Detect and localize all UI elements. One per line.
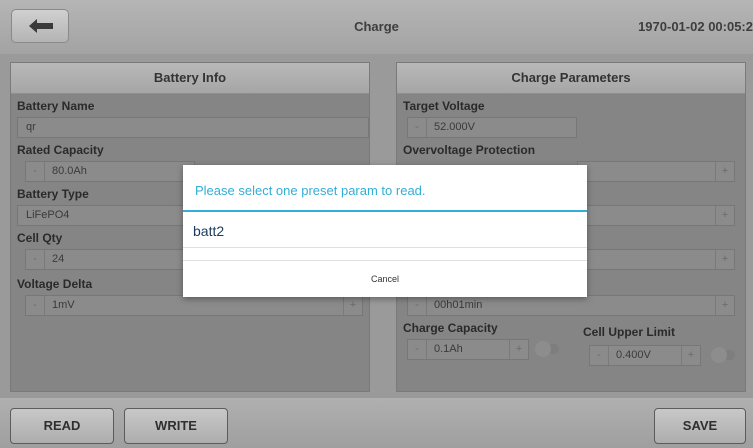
cell-qty-minus-button[interactable]: - [26,250,45,269]
voltage-delta-value: 1mV [52,299,75,311]
cell-qty-stepper[interactable]: - 24 [25,249,195,270]
charge-time-plus-button[interactable]: + [715,296,734,315]
param-2-plus-button[interactable]: + [715,206,734,225]
rated-capacity-stepper[interactable]: - 80.0Ah [25,161,195,182]
cell-upper-limit-plus-button[interactable]: + [681,346,700,365]
voltage-delta-stepper[interactable]: - 1mV + [25,295,363,316]
overvoltage-protection-label: Overvoltage Protection [403,143,536,157]
rated-capacity-minus-button[interactable]: - [26,162,45,181]
read-button[interactable]: READ [10,408,114,444]
cell-upper-limit-toggle[interactable] [711,347,735,363]
dialog-cancel-button[interactable]: Cancel [183,261,587,297]
top-bar: Charge 1970-01-02 00:05:2 [0,0,753,54]
charge-time-value: 00h01min [434,299,483,311]
target-voltage-stepper[interactable]: - 52.000V [407,117,577,138]
save-button[interactable]: SAVE [654,408,746,444]
battery-type-select[interactable]: LiFePO4 [17,205,195,226]
target-voltage-minus-button[interactable]: - [408,118,427,137]
preset-option[interactable]: batt2 [193,223,224,239]
charge-capacity-plus-button[interactable]: + [509,340,528,359]
voltage-delta-plus-button[interactable]: + [343,296,362,315]
overvoltage-protection-stepper[interactable]: + [577,161,735,182]
charge-capacity-label: Charge Capacity [403,321,498,335]
dialog-title-divider [183,210,587,212]
charge-capacity-stepper[interactable]: - 0.1Ah + [407,339,529,360]
charge-capacity-minus-button[interactable]: - [408,340,427,359]
battery-name-value: qr [26,121,36,133]
param-stepper-3[interactable]: + [577,249,735,270]
clock: 1970-01-02 00:05:2 [638,19,753,34]
charge-time-minus-button[interactable]: - [408,296,427,315]
charge-capacity-value: 0.1Ah [434,343,463,355]
target-voltage-value: 52.000V [434,121,475,133]
cell-upper-limit-minus-button[interactable]: - [590,346,609,365]
dialog-title: Please select one preset param to read. [195,183,426,198]
bottom-bar: READ WRITE SAVE [0,398,753,448]
rated-capacity-label: Rated Capacity [17,143,104,157]
cell-qty-value: 24 [52,253,65,265]
voltage-delta-label: Voltage Delta [17,277,93,291]
cell-upper-limit-value: 0.400V [616,349,651,361]
charge-parameters-heading: Charge Parameters [397,63,745,94]
param-stepper-2[interactable]: + [577,205,735,226]
param-3-plus-button[interactable]: + [715,250,734,269]
write-button[interactable]: WRITE [124,408,228,444]
voltage-delta-minus-button[interactable]: - [26,296,45,315]
cell-upper-limit-label: Cell Upper Limit [583,325,676,339]
charge-time-stepper[interactable]: - 00h01min + [407,295,735,316]
battery-name-label: Battery Name [17,99,95,113]
battery-name-field[interactable]: qr [17,117,369,138]
overvoltage-protection-plus-button[interactable]: + [715,162,734,181]
preset-select-dialog: Please select one preset param to read. … [183,165,587,297]
target-voltage-label: Target Voltage [403,99,485,113]
cell-upper-limit-stepper[interactable]: - 0.400V + [589,345,701,366]
charge-capacity-toggle[interactable] [535,341,559,357]
rated-capacity-value: 80.0Ah [52,165,87,177]
battery-type-label: Battery Type [17,187,89,201]
battery-info-heading: Battery Info [11,63,369,94]
battery-type-value: LiFePO4 [26,209,70,221]
cell-qty-label: Cell Qty [17,231,63,245]
dialog-divider [183,247,587,248]
